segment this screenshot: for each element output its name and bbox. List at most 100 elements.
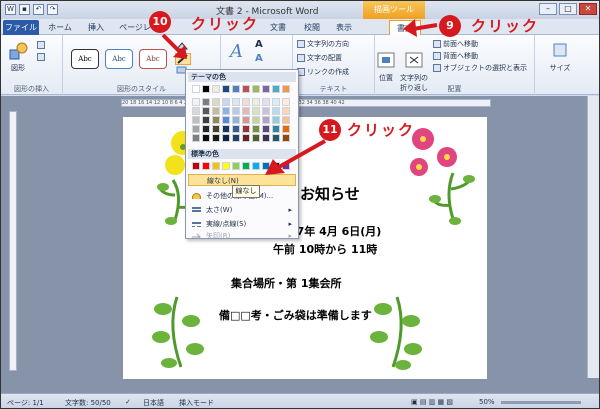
- color-swatch[interactable]: [212, 125, 220, 133]
- color-swatch[interactable]: [212, 107, 220, 115]
- save-icon[interactable]: ▪: [19, 4, 30, 15]
- tab-view[interactable]: 表示: [331, 20, 357, 35]
- color-swatch[interactable]: [262, 98, 270, 106]
- tab-file[interactable]: ファイル: [3, 20, 39, 35]
- color-swatch[interactable]: [242, 98, 250, 106]
- color-swatch[interactable]: [222, 116, 230, 124]
- color-swatch[interactable]: [282, 107, 290, 115]
- selection-pane-button[interactable]: オブジェクトの選択と表示: [433, 63, 527, 73]
- color-swatch[interactable]: [232, 125, 240, 133]
- text-align-button[interactable]: 文字の配置: [297, 53, 342, 63]
- color-swatch[interactable]: [212, 162, 220, 170]
- color-swatch[interactable]: [202, 85, 210, 93]
- color-swatch[interactable]: [252, 125, 260, 133]
- color-swatch[interactable]: [272, 107, 280, 115]
- color-swatch[interactable]: [212, 98, 220, 106]
- color-swatch[interactable]: [252, 116, 260, 124]
- color-swatch[interactable]: [272, 125, 280, 133]
- color-swatch[interactable]: [192, 116, 200, 124]
- color-swatch[interactable]: [282, 98, 290, 106]
- create-link-button[interactable]: リンクの作成: [297, 67, 349, 77]
- style-sample-2[interactable]: Abc: [105, 49, 133, 69]
- color-swatch[interactable]: [222, 134, 230, 142]
- color-swatch[interactable]: [242, 125, 250, 133]
- redo-icon[interactable]: ↷: [47, 4, 58, 15]
- minimize-button[interactable]: –: [539, 3, 557, 15]
- tab-home[interactable]: ホーム: [45, 20, 75, 35]
- close-button[interactable]: ✕: [579, 3, 597, 15]
- color-swatch[interactable]: [192, 107, 200, 115]
- color-swatch[interactable]: [252, 162, 260, 170]
- vertical-scrollbar[interactable]: [587, 96, 599, 378]
- color-swatch[interactable]: [202, 107, 210, 115]
- color-swatch[interactable]: [232, 85, 240, 93]
- text-direction-button[interactable]: 文字列の方向: [297, 39, 349, 49]
- color-swatch[interactable]: [202, 116, 210, 124]
- tab-review[interactable]: 校閲: [299, 20, 325, 35]
- color-swatch[interactable]: [242, 134, 250, 142]
- color-swatch[interactable]: [242, 107, 250, 115]
- position-button[interactable]: 位置: [375, 51, 397, 83]
- color-swatch[interactable]: [202, 162, 210, 170]
- word-icon[interactable]: W: [5, 4, 16, 15]
- color-swatch[interactable]: [212, 85, 220, 93]
- style-sample-1[interactable]: Abc: [71, 49, 99, 69]
- color-swatch[interactable]: [242, 85, 250, 93]
- language-indicator[interactable]: 日本語: [143, 398, 164, 408]
- bring-forward-button[interactable]: 前面へ移動: [433, 39, 478, 49]
- tab-insert[interactable]: 挿入: [83, 20, 109, 35]
- color-swatch[interactable]: [222, 162, 230, 170]
- color-swatch[interactable]: [242, 116, 250, 124]
- color-swatch[interactable]: [192, 98, 200, 106]
- insert-mode-indicator[interactable]: 挿入モード: [179, 398, 214, 408]
- color-swatch[interactable]: [252, 98, 260, 106]
- send-backward-button[interactable]: 背面へ移動: [433, 51, 478, 61]
- view-buttons[interactable]: ▣ ▤ ▥ ▦ ▧: [411, 398, 453, 406]
- color-swatch[interactable]: [192, 134, 200, 142]
- color-swatch[interactable]: [272, 98, 280, 106]
- color-swatch[interactable]: [222, 107, 230, 115]
- color-swatch[interactable]: [282, 125, 290, 133]
- maximize-button[interactable]: □: [559, 3, 577, 15]
- color-swatch[interactable]: [192, 162, 200, 170]
- color-swatch[interactable]: [252, 134, 260, 142]
- word-count[interactable]: 文字数: 50/50: [65, 398, 111, 408]
- color-swatch[interactable]: [262, 125, 270, 133]
- weight-menu-item[interactable]: 太さ(W) ▸: [188, 204, 296, 216]
- color-swatch[interactable]: [212, 134, 220, 142]
- dashes-menu-item[interactable]: 実線/点線(S) ▸: [188, 218, 296, 230]
- zoom-level[interactable]: 50%: [479, 398, 495, 406]
- color-swatch[interactable]: [202, 98, 210, 106]
- color-swatch[interactable]: [252, 107, 260, 115]
- color-swatch[interactable]: [192, 85, 200, 93]
- text-outline-icon[interactable]: A: [255, 53, 263, 64]
- color-swatch[interactable]: [282, 116, 290, 124]
- color-swatch[interactable]: [232, 107, 240, 115]
- zoom-slider[interactable]: [501, 401, 581, 404]
- color-swatch[interactable]: [222, 85, 230, 93]
- color-swatch[interactable]: [232, 98, 240, 106]
- color-swatch[interactable]: [272, 85, 280, 93]
- size-button[interactable]: サイズ: [547, 41, 573, 73]
- color-swatch[interactable]: [202, 134, 210, 142]
- color-swatch[interactable]: [202, 125, 210, 133]
- page-count[interactable]: ページ: 1/1: [7, 398, 44, 408]
- color-swatch[interactable]: [222, 125, 230, 133]
- color-swatch[interactable]: [232, 162, 240, 170]
- color-swatch[interactable]: [222, 98, 230, 106]
- color-swatch[interactable]: [252, 85, 260, 93]
- color-swatch[interactable]: [242, 162, 250, 170]
- edit-shape-icon[interactable]: [37, 41, 45, 49]
- undo-icon[interactable]: ↶: [33, 4, 44, 15]
- color-swatch[interactable]: [262, 85, 270, 93]
- text-fill-icon[interactable]: A: [255, 39, 263, 50]
- proofing-icon[interactable]: ✓: [125, 398, 131, 406]
- color-swatch[interactable]: [232, 116, 240, 124]
- shapes-button[interactable]: 図形: [7, 41, 29, 73]
- wordart-button[interactable]: A: [227, 39, 249, 62]
- color-swatch[interactable]: [232, 134, 240, 142]
- color-swatch[interactable]: [262, 107, 270, 115]
- tab-references[interactable]: 文書: [263, 20, 293, 35]
- color-swatch[interactable]: [262, 116, 270, 124]
- color-swatch[interactable]: [272, 116, 280, 124]
